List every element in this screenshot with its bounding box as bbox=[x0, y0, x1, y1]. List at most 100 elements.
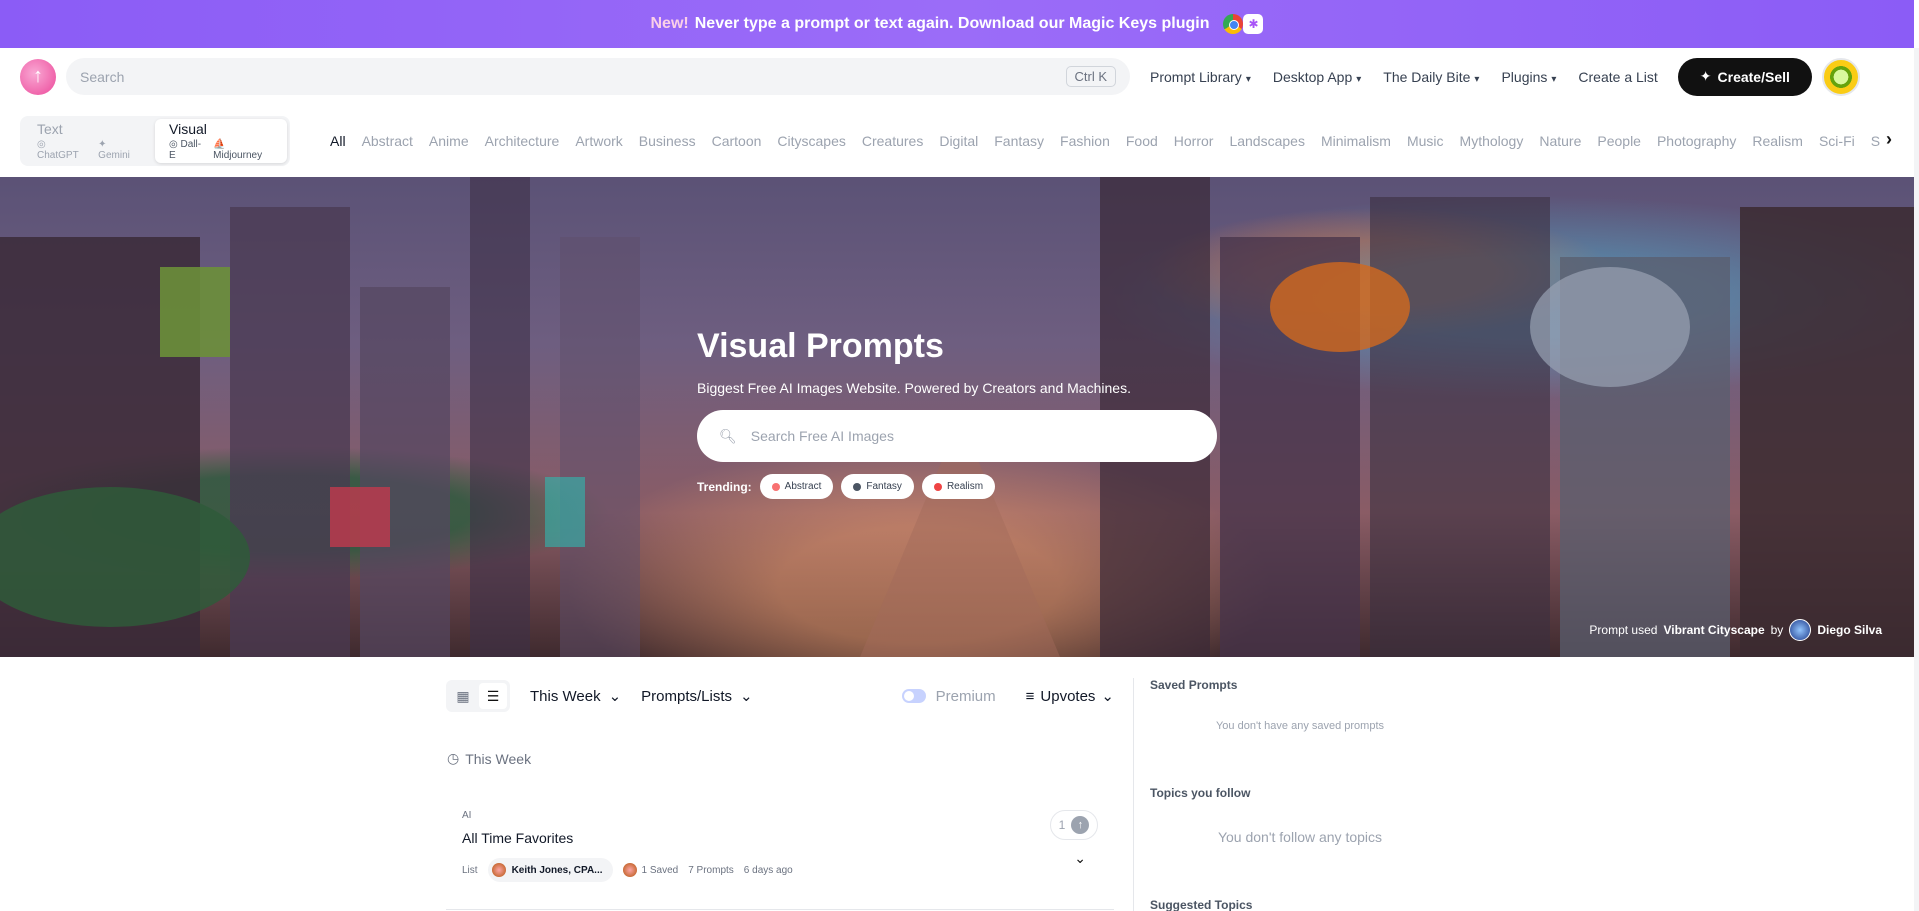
category-tab-artwork[interactable]: Artwork bbox=[575, 133, 622, 149]
category-tab-creatures[interactable]: Creatures bbox=[862, 133, 923, 149]
period-dropdown[interactable]: This Week ⌄ bbox=[530, 687, 622, 706]
logo-icon[interactable]: ↑ bbox=[20, 58, 56, 95]
category-tab-anime[interactable]: Anime bbox=[429, 133, 469, 149]
category-tab-sci-fi[interactable]: Sci-Fi bbox=[1819, 133, 1855, 149]
promo-banner[interactable]: New! Never type a prompt or text again. … bbox=[0, 0, 1914, 48]
topics-title: Topics you follow bbox=[1150, 786, 1251, 800]
gemini-label: ✦ Gemini bbox=[98, 139, 130, 161]
category-tab-minimalism[interactable]: Minimalism bbox=[1321, 133, 1391, 149]
trending-chip-realism[interactable]: Realism bbox=[921, 474, 996, 499]
credit-prompt-link[interactable]: Vibrant Cityscape bbox=[1663, 623, 1764, 637]
card-meta: List Keith Jones, CPA... 1 Saved 7 Promp… bbox=[462, 858, 793, 882]
mode-toggle: Text ◎ ChatGPT ✦ Gemini Visual ◎ Dall-E … bbox=[20, 116, 290, 166]
trending-chip-abstract[interactable]: Abstract bbox=[759, 474, 834, 499]
category-tab-fashion[interactable]: Fashion bbox=[1060, 133, 1110, 149]
nav-plugins[interactable]: Plugins ▾ bbox=[1501, 69, 1556, 85]
card-kind: List bbox=[462, 864, 478, 876]
credit-author-link[interactable]: Diego Silva bbox=[1817, 623, 1882, 637]
category-tab-realism[interactable]: Realism bbox=[1752, 133, 1803, 149]
type-dropdown[interactable]: Prompts/Lists ⌄ bbox=[641, 687, 753, 706]
promo-new-label: New! bbox=[650, 15, 689, 32]
chevron-down-icon[interactable]: ⌄ bbox=[1074, 850, 1086, 867]
card-author[interactable]: Keith Jones, CPA... bbox=[487, 858, 613, 882]
category-tab-business[interactable]: Business bbox=[639, 133, 696, 149]
category-tab-digital[interactable]: Digital bbox=[939, 133, 978, 149]
sort-icon: ≡ bbox=[1025, 687, 1035, 705]
premium-toggle[interactable]: Premium bbox=[901, 688, 996, 705]
saver-avatar bbox=[622, 863, 637, 877]
category-tab-music[interactable]: Music bbox=[1407, 133, 1444, 149]
nav-desktop-app[interactable]: Desktop App ▾ bbox=[1273, 69, 1361, 85]
global-search-input[interactable]: Search Ctrl K bbox=[66, 58, 1130, 95]
trending-chip-fantasy[interactable]: Fantasy bbox=[841, 474, 914, 499]
hero-search-input[interactable]: 🔍︎ Search Free AI Images bbox=[697, 410, 1217, 462]
category-tab-landscapes[interactable]: Landscapes bbox=[1229, 133, 1305, 149]
fantasy-icon bbox=[853, 482, 862, 491]
saved-prompts-title: Saved Prompts bbox=[1150, 678, 1238, 692]
card-prompts: 7 Prompts bbox=[688, 864, 734, 876]
top-nav: ↑ Search Ctrl K Prompt Library ▾ Desktop … bbox=[0, 48, 1914, 105]
chevron-down-icon: ⌄ bbox=[740, 688, 753, 705]
hero-banner: Visual Prompts Biggest Free AI Images We… bbox=[0, 177, 1914, 657]
category-tab-photography[interactable]: Photography bbox=[1657, 133, 1736, 149]
category-tab-fantasy[interactable]: Fantasy bbox=[994, 133, 1044, 149]
hero-credit: Prompt used Vibrant Cityscape by Diego S… bbox=[1589, 619, 1882, 641]
suggested-topics-title: Suggested Topics bbox=[1150, 898, 1253, 911]
create-sell-button[interactable]: ✦ Create/Sell bbox=[1677, 57, 1812, 96]
saved-prompts-empty: You don't have any saved prompts bbox=[1215, 720, 1385, 732]
chevron-down-icon: ⌄ bbox=[608, 688, 622, 705]
hero-search-placeholder: Search Free AI Images bbox=[750, 428, 894, 444]
mode-text[interactable]: Text ◎ ChatGPT ✦ Gemini bbox=[23, 119, 155, 163]
hero-title: Visual Prompts bbox=[697, 327, 944, 365]
search-shortcut: Ctrl K bbox=[1065, 66, 1116, 87]
category-tab-people[interactable]: People bbox=[1597, 133, 1641, 149]
category-tab-cartoon[interactable]: Cartoon bbox=[712, 133, 762, 149]
chevron-right-icon[interactable]: › bbox=[1880, 129, 1892, 150]
chatgpt-label: ◎ ChatGPT bbox=[37, 139, 79, 161]
card-tag: AI bbox=[462, 810, 472, 821]
sparkle-icon: ✦ bbox=[1699, 68, 1712, 84]
nav-create-list[interactable]: Create a List bbox=[1578, 69, 1657, 85]
category-tab-cityscapes[interactable]: Cityscapes bbox=[777, 133, 845, 149]
category-tab-mythology[interactable]: Mythology bbox=[1460, 133, 1524, 149]
scrollbar[interactable] bbox=[1914, 48, 1919, 911]
chrome-icon[interactable] bbox=[1223, 14, 1244, 34]
author-avatar[interactable] bbox=[1789, 619, 1812, 641]
nav-links: Prompt Library ▾ Desktop App ▾ The Daily B… bbox=[1150, 69, 1658, 85]
section-heading: ◷ This Week bbox=[447, 750, 532, 767]
midjourney-label: ⛵ Midjourney bbox=[213, 139, 263, 161]
user-avatar[interactable] bbox=[1821, 57, 1860, 96]
list-item[interactable]: AI All Time Favorites List Keith Jones, … bbox=[446, 800, 1114, 910]
category-tab-food[interactable]: Food bbox=[1126, 133, 1158, 149]
grid-view-icon[interactable]: ▦ bbox=[449, 683, 477, 709]
toggle-switch[interactable] bbox=[901, 689, 926, 703]
sort-dropdown[interactable]: ≡ Upvotes ⌄ bbox=[1025, 687, 1114, 706]
search-icon: 🔍︎ bbox=[719, 427, 737, 444]
chevron-down-icon: ⌄ bbox=[1101, 688, 1114, 705]
list-view-icon[interactable]: ☰ bbox=[479, 683, 507, 709]
upvote-button[interactable]: 1 ↑ bbox=[1050, 810, 1098, 840]
view-toggle: ▦ ☰ bbox=[446, 680, 510, 712]
category-tab-s[interactable]: S bbox=[1871, 133, 1880, 149]
mode-visual[interactable]: Visual ◎ Dall-E ⛵ Midjourney bbox=[155, 119, 287, 163]
author-avatar bbox=[491, 863, 506, 877]
category-tab-nature[interactable]: Nature bbox=[1539, 133, 1581, 149]
chevron-down-icon: ▾ bbox=[1474, 73, 1480, 85]
category-tab-abstract[interactable]: Abstract bbox=[362, 133, 413, 149]
nav-daily-bite[interactable]: The Daily Bite ▾ bbox=[1383, 69, 1479, 85]
category-tab-all[interactable]: All bbox=[330, 133, 346, 149]
hero-content: Visual Prompts Biggest Free AI Images We… bbox=[697, 327, 1217, 499]
arrow-up-icon: ↑ bbox=[1071, 816, 1090, 834]
category-tab-horror[interactable]: Horror bbox=[1174, 133, 1214, 149]
card-title[interactable]: All Time Favorites bbox=[462, 830, 573, 846]
feed-toolbar: ▦ ☰ This Week ⌄ Prompts/Lists ⌄ Premium ≡ U… bbox=[446, 678, 1114, 714]
hero-subtitle: Biggest Free AI Images Website. Powered … bbox=[697, 380, 1131, 396]
chevron-down-icon: ▾ bbox=[1245, 73, 1251, 85]
category-tabs: All Abstract Anime Architecture Artwork Busin… bbox=[330, 133, 1880, 149]
nav-prompt-library[interactable]: Prompt Library ▾ bbox=[1150, 69, 1251, 85]
chevron-down-icon: ▾ bbox=[1356, 73, 1362, 85]
category-tab-architecture[interactable]: Architecture bbox=[485, 133, 560, 149]
category-row: Text ◎ ChatGPT ✦ Gemini Visual ◎ Dall-E … bbox=[0, 105, 1914, 177]
magic-keys-icon[interactable]: ✱ bbox=[1243, 14, 1264, 34]
promo-text: Never type a prompt or text again. Downl… bbox=[694, 15, 1210, 32]
